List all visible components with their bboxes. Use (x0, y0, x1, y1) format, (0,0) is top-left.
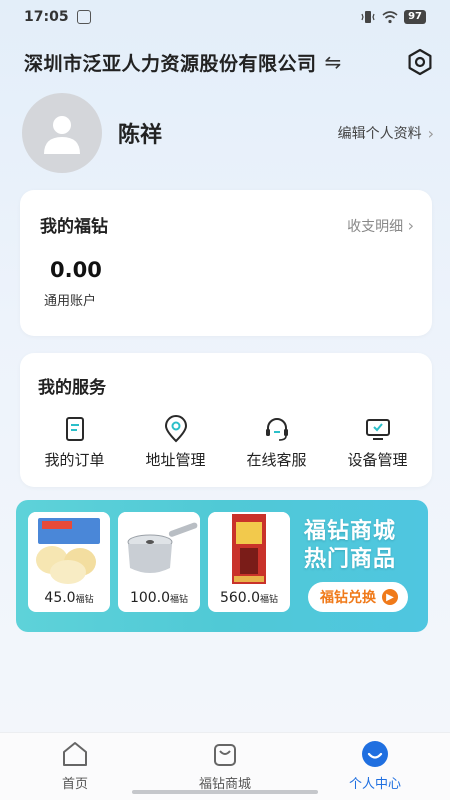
chevron-right-icon: › (407, 216, 414, 235)
product-image-gift-box (208, 512, 290, 588)
product-price: 45.0福钻 (28, 590, 110, 606)
user-placeholder-icon (44, 116, 80, 154)
transactions-label: 收支明细 (347, 219, 404, 235)
product-image-pot (118, 512, 200, 588)
balance-value: 0.00 (50, 258, 102, 282)
location-icon (164, 415, 187, 443)
service-device-management[interactable]: 设备管理 (328, 415, 428, 470)
app-notification-icon (76, 10, 91, 24)
edit-profile-label: 编辑个人资料 (337, 126, 422, 142)
price-unit: 福钻 (75, 595, 94, 605)
redeem-button[interactable]: 福钻兑换 ▶ (308, 582, 408, 612)
headset-icon (265, 418, 288, 441)
fuzuan-card: 我的福钻 收支明细 › 0.00 通用账户 (20, 190, 432, 336)
tab-profile[interactable]: 个人中心 (320, 739, 430, 792)
service-online-support[interactable]: 在线客服 (227, 415, 327, 470)
product-price: 560.0福钻 (208, 590, 290, 606)
services-card: 我的服务 我的订单 地址管理 在线客服 设备管理 (20, 353, 432, 487)
status-indicators: 97 (360, 10, 426, 24)
user-name: 陈祥 (118, 123, 163, 148)
company-name: 深圳市泛亚人力资源股份有限公司 (24, 52, 317, 75)
product-card[interactable]: 100.0福钻 (118, 512, 200, 612)
tab-label: 首页 (61, 777, 88, 792)
services-grid: 我的订单 地址管理 在线客服 设备管理 (20, 415, 432, 470)
profile-smile-icon (362, 741, 388, 767)
tab-home[interactable]: 首页 (20, 739, 130, 792)
product-card[interactable]: 45.0福钻 (28, 512, 110, 612)
price-value: 45.0 (44, 590, 76, 606)
wifi-icon (382, 10, 398, 23)
edit-profile-link[interactable]: 编辑个人资料 › (338, 123, 434, 143)
fuzuan-title: 我的福钻 (40, 217, 108, 237)
arrow-right-icon: ▶ (382, 589, 398, 605)
company-row: 深圳市泛亚人力资源股份有限公司 ⇋ (24, 46, 434, 78)
product-card[interactable]: 560.0福钻 (208, 512, 290, 612)
tab-mall[interactable]: 福钻商城 (170, 739, 280, 792)
switch-company-icon[interactable]: ⇋ (325, 50, 342, 74)
home-icon (63, 742, 87, 766)
price-unit: 福钻 (260, 595, 279, 605)
service-label: 在线客服 (246, 451, 307, 469)
services-title: 我的服务 (38, 378, 106, 398)
banner-title-line2: 热门商品 (304, 547, 397, 572)
service-my-orders[interactable]: 我的订单 (25, 415, 125, 470)
monitor-icon (365, 419, 390, 440)
service-label: 我的订单 (44, 451, 105, 469)
status-time: 17:05 (24, 9, 69, 25)
redeem-label: 福钻兑换 (320, 590, 376, 606)
price-value: 100.0 (129, 590, 171, 606)
balance-label: 通用账户 (44, 294, 97, 309)
banner-title-line1: 福钻商城 (304, 519, 397, 544)
mall-banner[interactable]: 45.0福钻 100.0福钻 560.0福钻 福钻商城 热门商品 福钻兑换 ▶ (16, 500, 428, 632)
shopping-bag-icon (214, 744, 236, 766)
status-bar: 17:05 97 (0, 0, 450, 34)
home-indicator (132, 790, 318, 794)
tab-label: 个人中心 (348, 777, 401, 792)
service-label: 地址管理 (145, 451, 206, 469)
vibrate-icon (361, 11, 375, 23)
avatar[interactable] (22, 93, 102, 173)
price-unit: 福钻 (170, 595, 189, 605)
product-image-cake (28, 512, 110, 588)
battery-indicator: 97 (404, 10, 426, 24)
price-value: 560.0 (219, 590, 261, 606)
banner-title: 福钻商城 热门商品 (304, 518, 396, 574)
settings-icon[interactable] (406, 48, 434, 76)
profile-row: 陈祥 编辑个人资料 › (22, 92, 434, 174)
chevron-right-icon: › (427, 123, 434, 143)
transactions-link[interactable]: 收支明细 › (347, 216, 414, 236)
service-label: 设备管理 (347, 451, 408, 469)
order-icon (65, 417, 84, 441)
product-price: 100.0福钻 (118, 590, 200, 606)
service-address[interactable]: 地址管理 (126, 415, 226, 470)
